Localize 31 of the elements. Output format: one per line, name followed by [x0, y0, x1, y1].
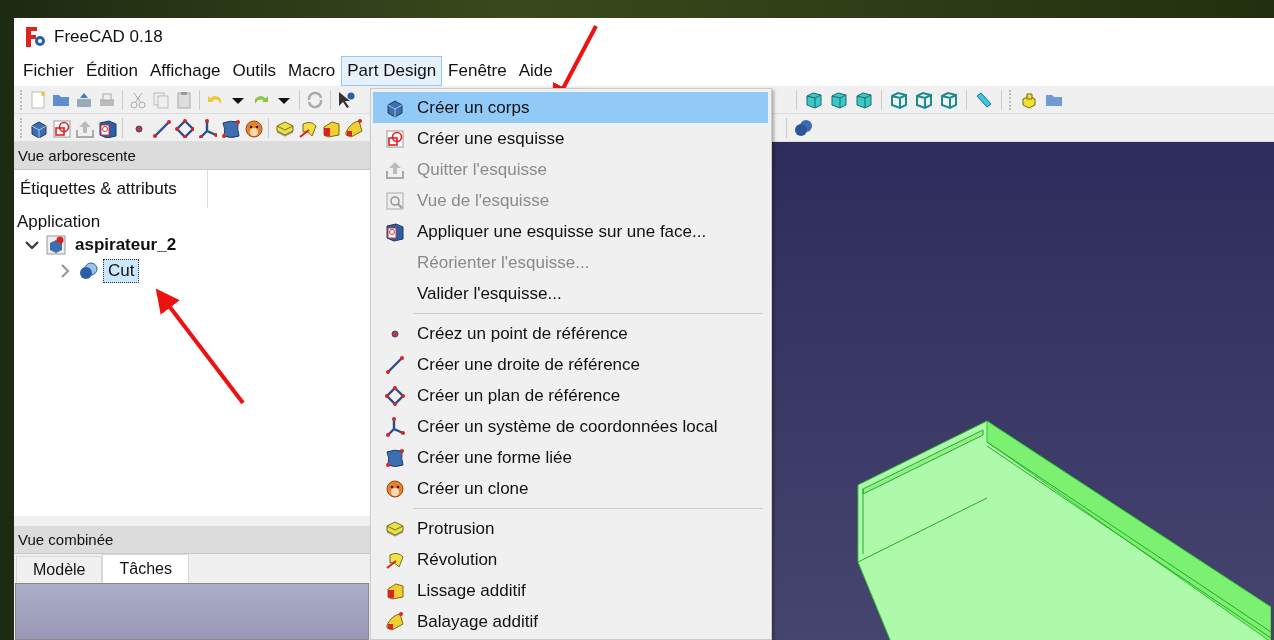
menu-bar-item[interactable]: Fenêtre [442, 56, 513, 86]
menu-item[interactable]: Créer une droite de référence [373, 349, 768, 380]
panel-title: Vue combinée [14, 526, 370, 554]
tab[interactable]: Tâches [102, 554, 189, 583]
menu-bar-item[interactable]: Macro [282, 56, 342, 86]
menu-bar-item[interactable]: Aide [512, 56, 559, 86]
menu-item[interactable]: Créer un système de coordonnées local [373, 411, 768, 442]
menu-item[interactable]: Protrusion [373, 513, 768, 544]
menu-item[interactable]: Appliquer une esquisse sur une face... [373, 216, 768, 247]
window-title: FreeCAD 0.18 [54, 27, 163, 47]
menu-item[interactable]: Lissage additif [373, 575, 768, 606]
tree-item[interactable]: Cut [103, 259, 140, 283]
menu-bar-item[interactable]: Outils [226, 56, 283, 86]
menu-item[interactable]: Créer un clone [373, 473, 768, 504]
menu-item[interactable]: Créer un corps [373, 92, 768, 123]
menu-item[interactable]: Créer un plan de référence [373, 380, 768, 411]
column-header[interactable]: Étiquettes & attributs [14, 170, 208, 208]
menu-bar-item[interactable]: Part Design [341, 56, 443, 86]
tree-root-label: Application [16, 211, 102, 232]
menu-bar-item[interactable]: Édition [80, 56, 144, 86]
menu-bar-item[interactable]: Fichier [17, 56, 80, 86]
tab[interactable]: Modèle [16, 556, 103, 583]
menu-item[interactable]: Balayage additif [373, 606, 768, 637]
menu-item[interactable]: Créez un point de référence [373, 318, 768, 349]
menu-item[interactable]: Valider l'esquisse... [373, 278, 768, 309]
tree-item[interactable]: aspirateur_2 [70, 233, 182, 257]
menu-item[interactable]: Créer une forme liée [373, 442, 768, 473]
menu-item[interactable]: Révolution [373, 544, 768, 575]
panel-title: Vue arborescente [14, 142, 370, 170]
menu-bar-item[interactable]: Affichage [144, 56, 227, 86]
menu-item[interactable]: Créer une esquisse [373, 123, 768, 154]
